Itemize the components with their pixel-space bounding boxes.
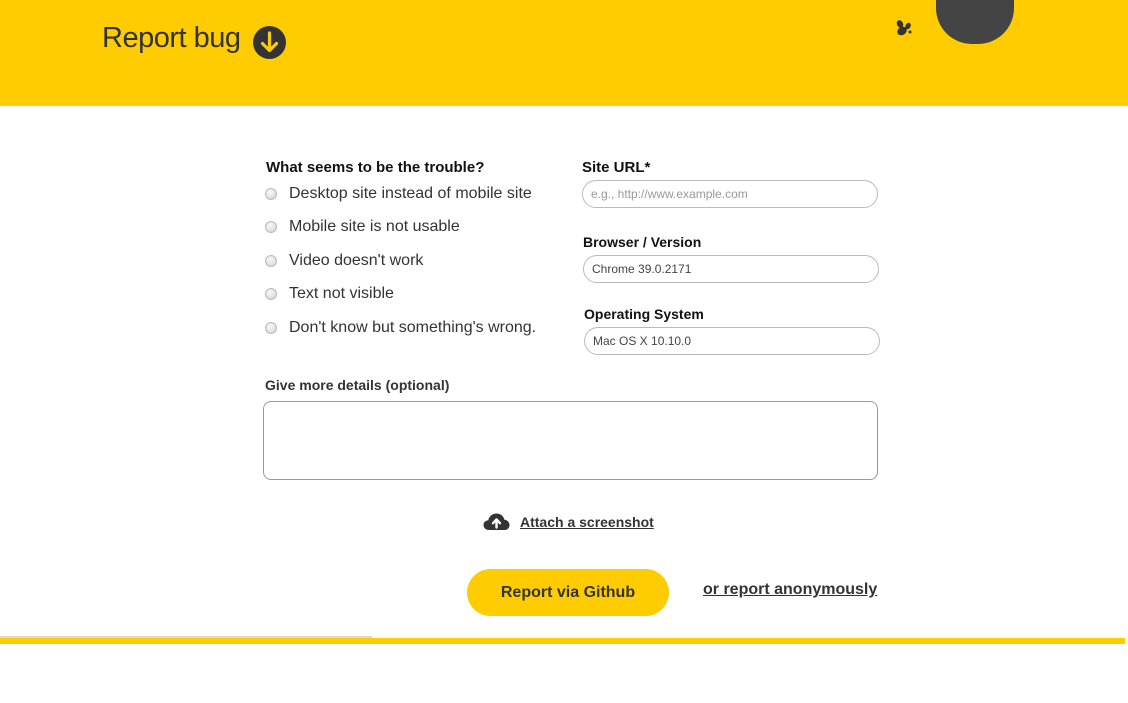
attach-screenshot-link[interactable]: Attach a screenshot bbox=[483, 512, 654, 532]
site-url-input[interactable] bbox=[582, 180, 878, 208]
report-anonymously-link[interactable]: or report anonymously bbox=[703, 581, 877, 599]
arrow-down-circle-icon[interactable] bbox=[253, 26, 286, 59]
radio-label: Text not visible bbox=[289, 285, 394, 302]
details-textarea[interactable] bbox=[263, 401, 878, 480]
browser-version-input[interactable] bbox=[583, 255, 879, 283]
footer-bar bbox=[0, 638, 1125, 644]
radio-button[interactable] bbox=[265, 322, 277, 334]
page-title: Report bug bbox=[102, 22, 241, 54]
radio-button[interactable] bbox=[265, 221, 277, 233]
trouble-option-video[interactable]: Video doesn't work bbox=[265, 251, 423, 271]
radio-label: Don't know but something's wrong. bbox=[289, 319, 537, 336]
trouble-option-unknown[interactable]: Don't know but something's wrong. bbox=[265, 318, 536, 338]
avatar[interactable] bbox=[936, 0, 1014, 44]
radio-button[interactable] bbox=[265, 255, 277, 267]
site-url-label: Site URL* bbox=[582, 159, 651, 176]
trouble-heading: What seems to be the trouble? bbox=[266, 159, 485, 176]
trouble-option-desktop[interactable]: Desktop site instead of mobile site bbox=[265, 184, 532, 204]
browser-label: Browser / Version bbox=[583, 234, 702, 250]
radio-button[interactable] bbox=[265, 188, 277, 200]
cloud-upload-icon bbox=[483, 513, 510, 530]
details-label: Give more details (optional) bbox=[265, 377, 450, 393]
report-via-github-button[interactable]: Report via Github bbox=[467, 569, 669, 616]
radio-label: Mobile site is not usable bbox=[289, 218, 460, 235]
trouble-option-mobile[interactable]: Mobile site is not usable bbox=[265, 217, 460, 237]
bee-icon bbox=[896, 20, 912, 36]
os-label: Operating System bbox=[584, 306, 704, 322]
trouble-option-text[interactable]: Text not visible bbox=[265, 284, 394, 304]
radio-button[interactable] bbox=[265, 288, 277, 300]
page-header: Report bug bbox=[0, 0, 1128, 106]
operating-system-input[interactable] bbox=[584, 327, 880, 355]
radio-label: Video doesn't work bbox=[289, 252, 424, 269]
attach-screenshot-label[interactable]: Attach a screenshot bbox=[520, 514, 654, 530]
radio-label: Desktop site instead of mobile site bbox=[289, 185, 532, 202]
